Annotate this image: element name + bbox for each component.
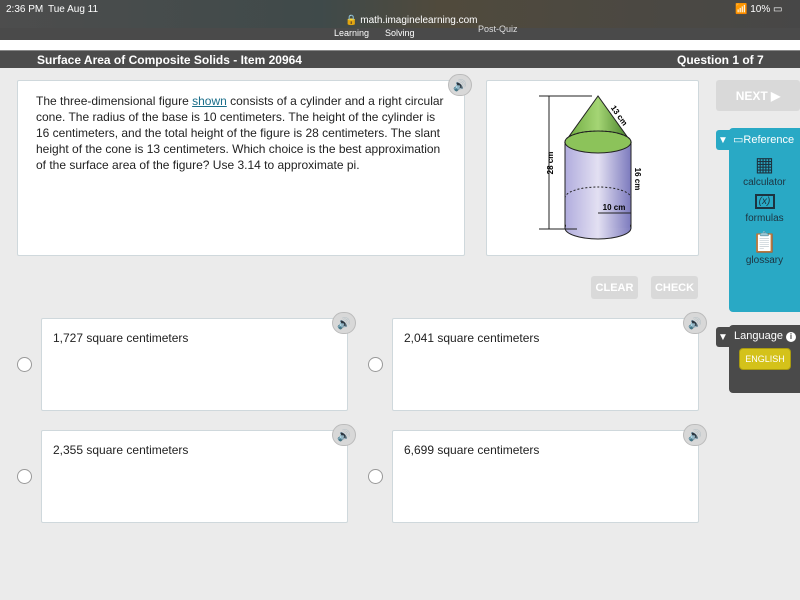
nav-item-solving[interactable]: Solving bbox=[385, 28, 415, 38]
url-text[interactable]: 🔒 math.imaginelearning.com bbox=[345, 15, 478, 26]
speaker-icon: 🔊 bbox=[337, 317, 351, 330]
status-time: 2:36 PM bbox=[6, 4, 44, 15]
reference-panel: ▭Reference ▦ calculator (x) formulas 📋 glos… bbox=[729, 128, 800, 312]
question-audio-button[interactable]: 🔊 bbox=[448, 74, 472, 96]
clipboard-icon: 📋 bbox=[752, 232, 777, 254]
reference-formulas[interactable]: (x) formulas bbox=[729, 194, 800, 224]
reference-glossary[interactable]: 📋 glossary bbox=[729, 230, 800, 266]
answer-radio-1[interactable] bbox=[17, 357, 32, 372]
status-bar: 2:36 PM Tue Aug 11 🔒 math.imaginelearnin… bbox=[0, 0, 800, 28]
clear-button[interactable]: CLEAR bbox=[591, 276, 638, 299]
answer-4-audio-button[interactable]: 🔊 bbox=[683, 424, 707, 446]
answer-text: 2,041 square centimeters bbox=[404, 331, 540, 345]
title-bar: Surface Area of Composite Solids - Item … bbox=[0, 50, 800, 68]
answer-choice-4[interactable]: 6,699 square centimeters bbox=[392, 430, 699, 523]
answer-text: 6,699 square centimeters bbox=[404, 443, 540, 457]
answer-choice-1[interactable]: 1,727 square centimeters bbox=[41, 318, 348, 411]
info-icon[interactable]: i bbox=[786, 332, 797, 342]
figure-box: 28 cm 13 cm 16 cm 10 cm bbox=[486, 80, 699, 256]
check-button[interactable]: CHECK bbox=[651, 276, 698, 299]
battery-percent: 10% bbox=[750, 4, 771, 15]
battery-indicator: 📶 10% ▭ bbox=[735, 4, 783, 15]
answer-choice-3[interactable]: 2,355 square centimeters bbox=[41, 430, 348, 523]
answer-choice-2[interactable]: 2,041 square centimeters bbox=[392, 318, 699, 411]
next-button[interactable]: NEXT ▶ bbox=[716, 80, 800, 111]
glossary-label: glossary bbox=[745, 255, 784, 266]
formulas-label: formulas bbox=[745, 213, 784, 224]
speaker-icon: 🔊 bbox=[453, 79, 467, 92]
cylinder-height-label: 16 cm bbox=[633, 168, 642, 191]
formulas-icon: (x) bbox=[754, 194, 775, 209]
language-collapse-toggle[interactable]: ▼ bbox=[716, 327, 730, 347]
nav-strip bbox=[0, 40, 800, 50]
shown-link[interactable]: shown bbox=[192, 94, 227, 108]
radius-label: 10 cm bbox=[603, 203, 626, 212]
reference-calculator[interactable]: ▦ calculator bbox=[729, 152, 800, 188]
reference-collapse-toggle[interactable]: ▼ bbox=[716, 130, 730, 150]
question-box: The three-dimensional figure shown consi… bbox=[17, 80, 465, 256]
url: math.imaginelearning.com bbox=[360, 15, 478, 26]
reference-header[interactable]: ▭Reference bbox=[729, 133, 800, 146]
answer-text: 1,727 square centimeters bbox=[53, 331, 189, 345]
answer-1-audio-button[interactable]: 🔊 bbox=[332, 312, 356, 334]
calculator-icon: ▦ bbox=[755, 154, 774, 176]
status-date: Tue Aug 11 bbox=[48, 4, 99, 15]
question-progress: Question 1 of 7 bbox=[677, 53, 764, 67]
speaker-icon: 🔊 bbox=[688, 317, 702, 330]
answer-radio-4[interactable] bbox=[368, 469, 383, 484]
answer-radio-2[interactable] bbox=[368, 357, 383, 372]
question-text: The three-dimensional figure bbox=[36, 94, 193, 108]
page-title: Surface Area of Composite Solids - Item … bbox=[37, 53, 302, 67]
speaker-icon: 🔊 bbox=[688, 429, 702, 442]
speaker-icon: 🔊 bbox=[337, 429, 351, 442]
answer-3-audio-button[interactable]: 🔊 bbox=[332, 424, 356, 446]
answer-text: 2,355 square centimeters bbox=[53, 443, 189, 457]
nav-item-postquiz[interactable]: Post-Quiz bbox=[478, 24, 518, 34]
answer-radio-3[interactable] bbox=[17, 469, 32, 484]
cone-cylinder-figure: 28 cm 13 cm 16 cm 10 cm bbox=[539, 95, 642, 240]
nav-bar: Learning Solving Post-Quiz bbox=[0, 24, 800, 40]
answer-2-audio-button[interactable]: 🔊 bbox=[683, 312, 707, 334]
calculator-label: calculator bbox=[743, 177, 786, 188]
english-button[interactable]: ENGLISH bbox=[739, 348, 791, 370]
nav-item-learning[interactable]: Learning bbox=[334, 28, 369, 38]
language-panel: Language i ENGLISH bbox=[729, 325, 800, 393]
reference-title: Reference bbox=[743, 134, 795, 146]
reference-icon: ▭ bbox=[733, 134, 744, 146]
total-height-label: 28 cm bbox=[546, 152, 555, 175]
language-title: Language bbox=[734, 330, 783, 342]
